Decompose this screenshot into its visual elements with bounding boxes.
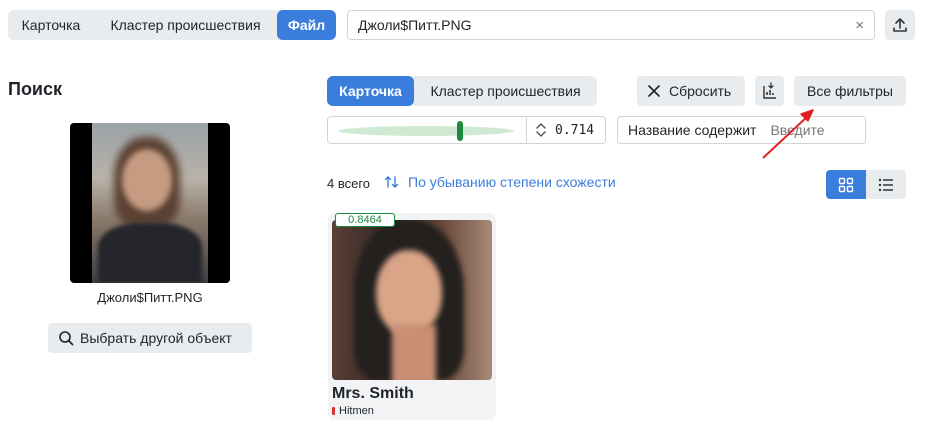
all-filters-button[interactable]: Все фильтры	[794, 76, 906, 106]
search-title: Поиск	[8, 79, 63, 99]
close-icon	[648, 85, 660, 97]
file-name-field[interactable]: Джоли$Питт.PNG ×	[347, 10, 875, 40]
result-card-photo	[332, 220, 492, 380]
result-card-title: Mrs. Smith	[332, 385, 414, 402]
query-file-name: Джоли$Питт.PNG	[97, 290, 203, 305]
clear-icon[interactable]: ×	[855, 17, 864, 34]
reset-button[interactable]: Сбросить	[637, 76, 745, 106]
query-image	[70, 123, 230, 283]
sort-button[interactable]: По убыванию степени схожести	[384, 174, 616, 190]
export-button[interactable]	[755, 76, 784, 106]
result-card[interactable]: 0.8464 Mrs. Smith Hitmen	[328, 213, 496, 420]
name-filter-label: Название содержит	[628, 122, 757, 138]
similarity-input[interactable]: 0.714	[527, 116, 606, 144]
all-filters-label: Все фильтры	[807, 83, 893, 99]
results-tabs: Карточка Кластер происшествия	[327, 76, 597, 106]
slider-handle[interactable]	[457, 121, 463, 141]
tab-incident-cluster[interactable]: Кластер происшествия	[94, 10, 277, 40]
grid-icon	[838, 177, 854, 192]
slider-track	[338, 126, 514, 136]
choose-other-object-button[interactable]: Выбрать другой объект	[48, 323, 252, 353]
choose-other-object-label: Выбрать другой объект	[80, 330, 232, 346]
top-tabs: Карточка Кластер происшествия Файл	[8, 10, 336, 40]
result-card-tag: Hitmen	[332, 405, 374, 417]
sort-icon	[384, 176, 399, 188]
results-tab-card[interactable]: Карточка	[327, 76, 414, 106]
name-contains-filter[interactable]: Название содержит	[617, 116, 866, 144]
file-name-value: Джоли$Питт.PNG	[358, 17, 472, 33]
search-icon	[59, 331, 74, 346]
similarity-value: 0.714	[555, 122, 595, 138]
name-filter-input[interactable]	[766, 122, 857, 138]
similarity-score-badge: 0.8464	[335, 213, 395, 227]
tag-color-marker	[332, 407, 335, 415]
list-view-button[interactable]	[866, 170, 906, 199]
similarity-slider[interactable]	[327, 116, 527, 144]
tab-card[interactable]: Карточка	[8, 10, 94, 40]
tab-file[interactable]: Файл	[277, 10, 336, 40]
stepper-icon[interactable]	[535, 122, 547, 138]
reset-label: Сбросить	[669, 83, 732, 99]
results-count: 4 всего	[327, 176, 371, 191]
result-card-tag-label: Hitmen	[339, 405, 374, 417]
list-icon	[878, 178, 893, 191]
download-chart-icon	[762, 82, 776, 99]
upload-button[interactable]	[885, 10, 915, 40]
upload-icon	[893, 18, 907, 32]
sort-label: По убыванию степени схожести	[408, 174, 616, 190]
grid-view-button[interactable]	[826, 170, 866, 199]
results-tab-incident-cluster[interactable]: Кластер происшествия	[414, 76, 597, 106]
